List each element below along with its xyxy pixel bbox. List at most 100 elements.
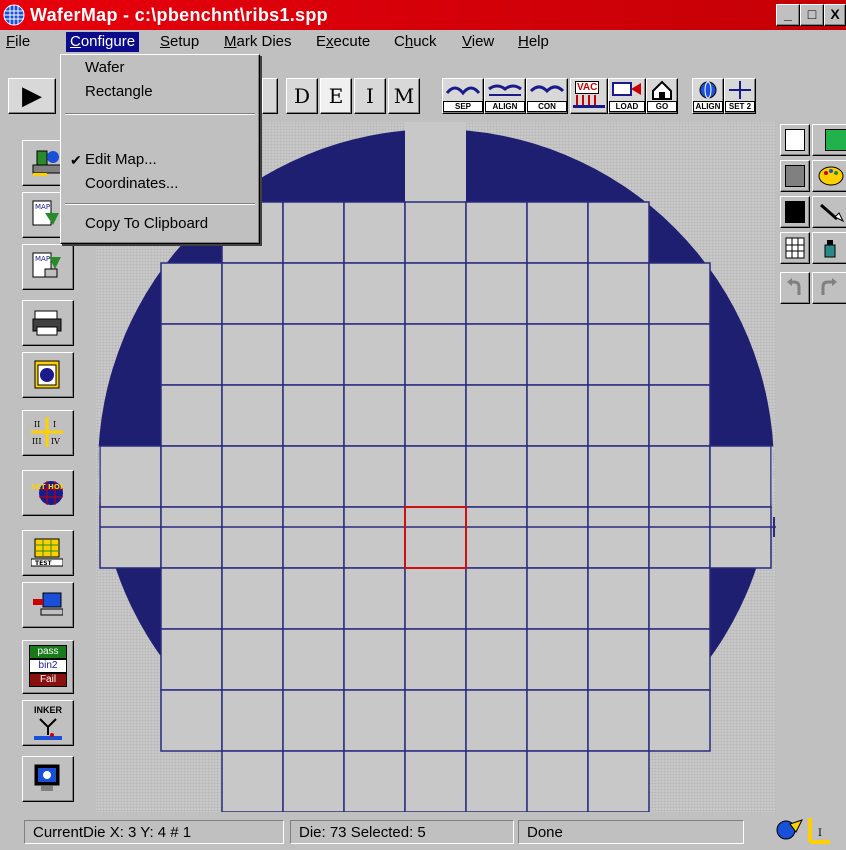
- align-button[interactable]: ALIGN: [484, 78, 526, 114]
- menu-view[interactable]: View: [458, 32, 498, 52]
- die-cell[interactable]: [404, 384, 467, 447]
- die-cell[interactable]: [99, 506, 162, 569]
- set2-button[interactable]: SET 2: [724, 78, 756, 114]
- menu-item-rectangle[interactable]: Rectangle: [85, 81, 153, 103]
- menu-item-copy-to-clipboard[interactable]: Copy To Clipboard: [85, 213, 208, 235]
- die-cell[interactable]: [160, 567, 223, 630]
- load-button[interactable]: LOAD: [608, 78, 646, 114]
- die-cell[interactable]: [587, 567, 650, 630]
- die-cell[interactable]: [526, 750, 589, 812]
- color-gray-button[interactable]: [780, 160, 810, 192]
- brush-button[interactable]: [812, 196, 846, 228]
- die-cell[interactable]: [404, 262, 467, 325]
- quadrant-button[interactable]: II I III IV: [22, 410, 74, 456]
- die-cell[interactable]: [221, 262, 284, 325]
- die-cell[interactable]: [282, 506, 345, 569]
- die-cell[interactable]: [221, 689, 284, 752]
- die-cell[interactable]: [282, 323, 345, 386]
- monitor-button[interactable]: [22, 756, 74, 802]
- die-cell[interactable]: [404, 567, 467, 630]
- die-cell[interactable]: [526, 628, 589, 691]
- die-cell[interactable]: [587, 384, 650, 447]
- die-cell[interactable]: [221, 506, 284, 569]
- menu-setup[interactable]: Setup: [156, 32, 203, 52]
- spray-button[interactable]: [812, 232, 846, 264]
- auto-align-button[interactable]: ALIGN: [692, 78, 724, 114]
- die-cell[interactable]: [160, 323, 223, 386]
- die-cell[interactable]: [648, 628, 711, 691]
- die-cell[interactable]: [160, 384, 223, 447]
- die-cell[interactable]: [343, 323, 406, 386]
- menu-item-edit-map[interactable]: Edit Map...: [85, 149, 157, 171]
- die-cell[interactable]: [404, 445, 467, 508]
- die-cell[interactable]: [282, 262, 345, 325]
- menu-item-wafer[interactable]: Wafer: [85, 57, 124, 79]
- die-cell[interactable]: [404, 750, 467, 812]
- maximize-button[interactable]: □: [800, 4, 824, 26]
- die-cell[interactable]: [465, 384, 528, 447]
- die-cell[interactable]: [282, 384, 345, 447]
- die-cell[interactable]: [160, 689, 223, 752]
- die-cell[interactable]: [587, 262, 650, 325]
- go-home-button[interactable]: GO: [646, 78, 678, 114]
- run-button[interactable]: ▶: [8, 78, 56, 114]
- map-save-button[interactable]: MAP: [22, 244, 74, 290]
- die-cell[interactable]: [160, 506, 223, 569]
- die-cell[interactable]: [405, 122, 466, 202]
- computer-probe-button[interactable]: [22, 582, 74, 628]
- set-home-button[interactable]: SET HOME: [22, 470, 74, 516]
- sep-button[interactable]: SEP: [442, 78, 484, 114]
- die-cell[interactable]: [526, 506, 589, 569]
- die-cell[interactable]: [282, 567, 345, 630]
- die-cell[interactable]: [99, 445, 162, 508]
- die-cell[interactable]: [465, 628, 528, 691]
- mode-i-button[interactable]: I: [354, 78, 386, 114]
- die-cell[interactable]: [648, 567, 711, 630]
- die-cell[interactable]: [648, 689, 711, 752]
- die-cell[interactable]: [587, 506, 650, 569]
- die-cell[interactable]: [343, 506, 406, 569]
- die-cell[interactable]: [709, 506, 772, 569]
- die-cell[interactable]: [282, 201, 345, 264]
- die-cell[interactable]: [709, 445, 772, 508]
- minimize-button[interactable]: _: [776, 4, 800, 26]
- die-cell[interactable]: [770, 445, 780, 508]
- die-cell[interactable]: [648, 445, 711, 508]
- die-cell[interactable]: [770, 506, 780, 569]
- undo-button[interactable]: [780, 272, 810, 304]
- die-cell[interactable]: [465, 689, 528, 752]
- die-cell[interactable]: [648, 384, 711, 447]
- die-cell[interactable]: [465, 567, 528, 630]
- mode-d-button[interactable]: D: [286, 78, 318, 114]
- die-cell[interactable]: [343, 567, 406, 630]
- die-cell[interactable]: [221, 567, 284, 630]
- die-cell[interactable]: [404, 323, 467, 386]
- die-cell[interactable]: [343, 628, 406, 691]
- die-cell[interactable]: [404, 201, 467, 264]
- vacuum-button[interactable]: VAC: [570, 78, 608, 114]
- die-cell[interactable]: [526, 445, 589, 508]
- die-cell[interactable]: [160, 628, 223, 691]
- color-white-button[interactable]: [780, 124, 810, 156]
- die-cell[interactable]: [526, 323, 589, 386]
- die-cell[interactable]: [465, 201, 528, 264]
- die-cell[interactable]: [343, 750, 406, 812]
- die-cell[interactable]: [465, 262, 528, 325]
- die-cell[interactable]: [526, 262, 589, 325]
- die-cell[interactable]: [587, 445, 650, 508]
- die-cell[interactable]: [221, 445, 284, 508]
- die-cell[interactable]: [282, 445, 345, 508]
- color-green-button[interactable]: [812, 124, 846, 156]
- color-black-button[interactable]: [780, 196, 810, 228]
- die-cell[interactable]: [648, 262, 711, 325]
- toolbar-hidden-button[interactable]: [262, 78, 278, 114]
- bin-results-button[interactable]: pass bin2 Fail: [22, 640, 74, 694]
- die-cell[interactable]: [404, 506, 467, 569]
- print-button[interactable]: [22, 300, 74, 346]
- die-cell[interactable]: [526, 384, 589, 447]
- die-cell[interactable]: [343, 384, 406, 447]
- die-cell[interactable]: [221, 750, 284, 812]
- die-cell[interactable]: [587, 323, 650, 386]
- menu-mark-dies[interactable]: Mark Dies: [220, 32, 296, 52]
- die-cell[interactable]: [221, 323, 284, 386]
